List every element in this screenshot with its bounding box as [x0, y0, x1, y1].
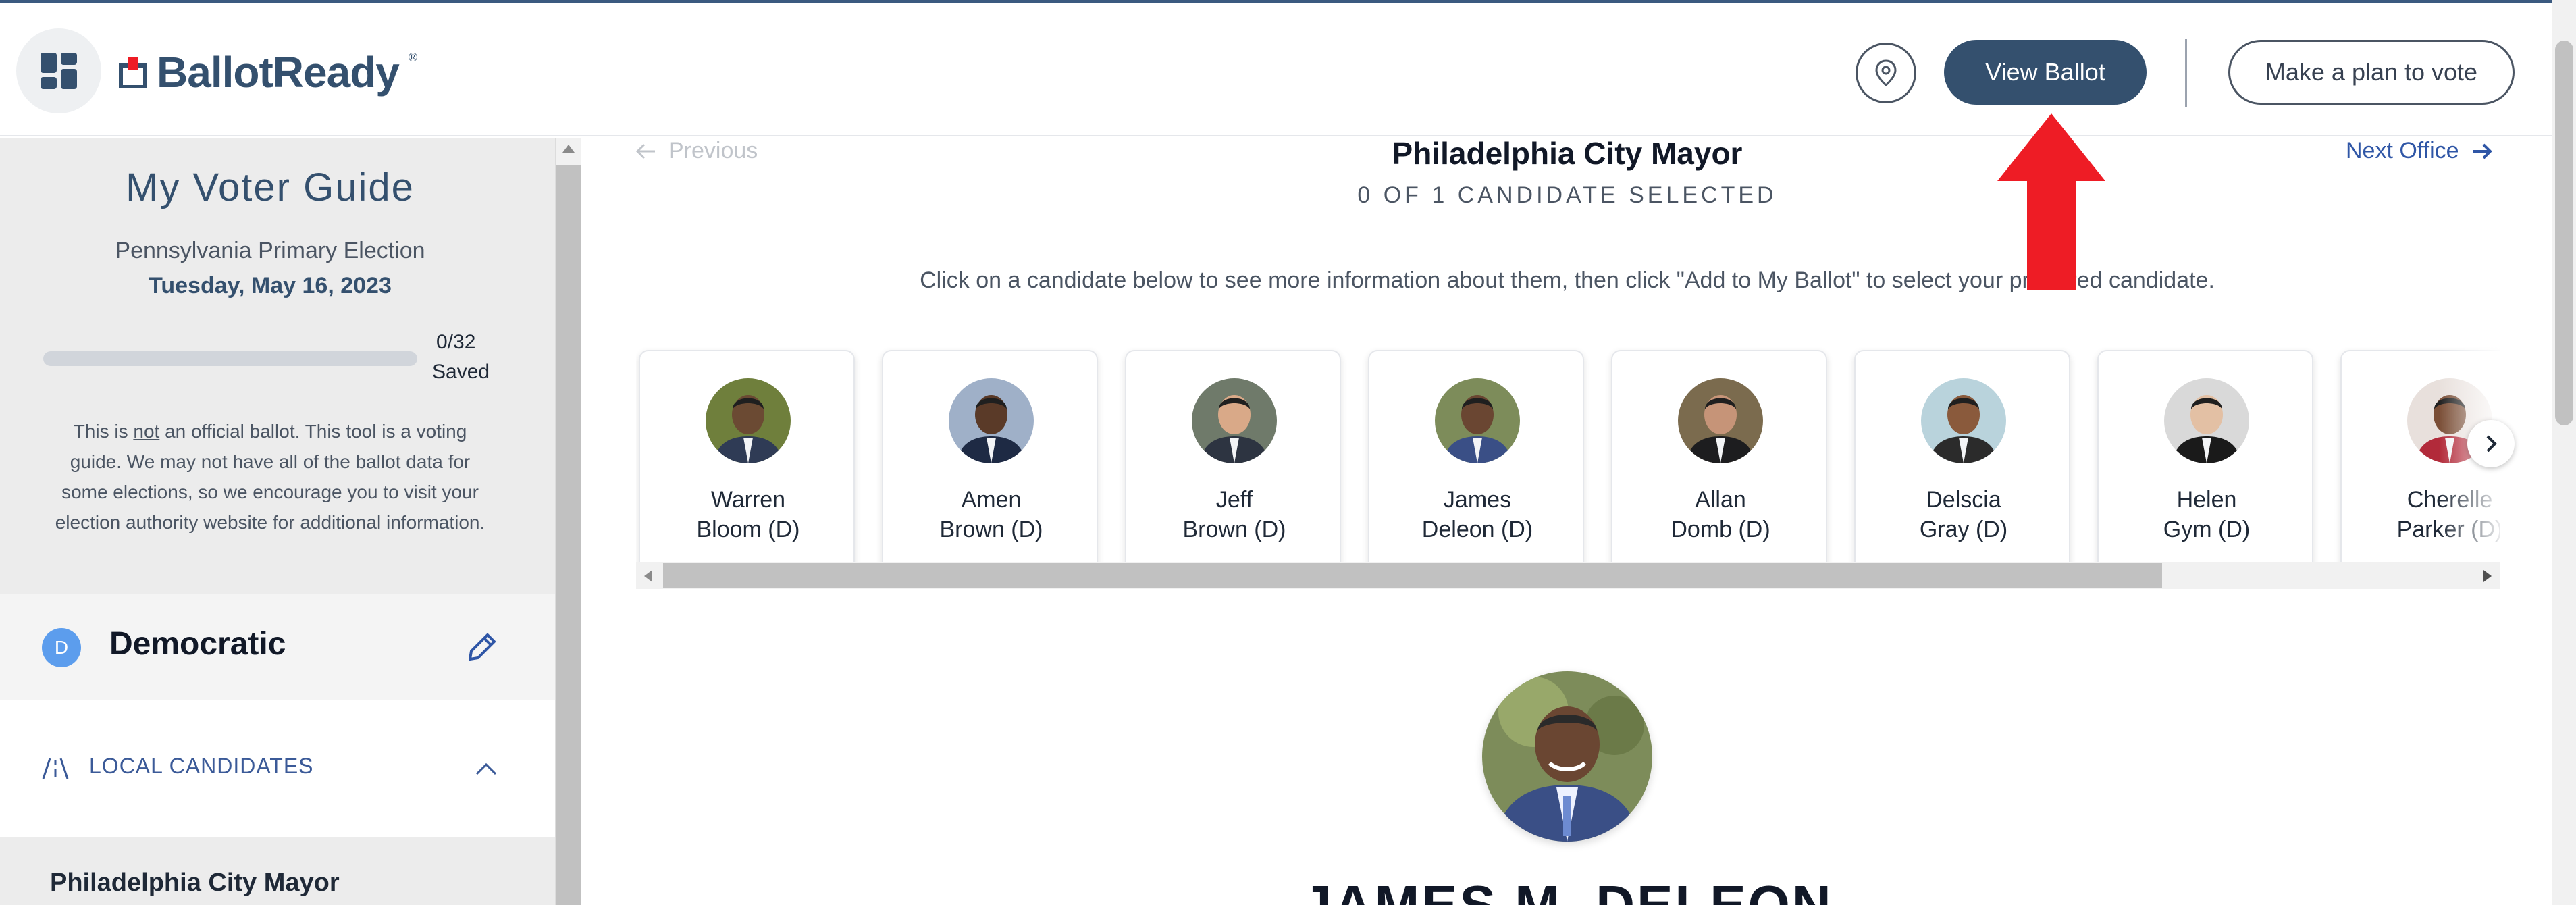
app-header: BallotReady ® View Ballot Make a plan to… [0, 3, 2576, 136]
candidate-photo-image [1192, 378, 1277, 463]
candidate-card[interactable]: Helen Gym (D) [2097, 350, 2313, 565]
candidate-name: Warren Bloom (D) [640, 485, 856, 544]
candidate-card[interactable]: Amen Brown (D) [882, 350, 1098, 565]
candidate-first-name: Delscia [1926, 487, 2001, 513]
sidebar-office-label: Philadelphia City Mayor [50, 869, 340, 897]
candidate-photo-image [1678, 378, 1763, 463]
candidate-card[interactable]: Allan Domb (D) [1611, 350, 1827, 565]
candidate-heading: JAMES M. DELEON [1301, 875, 1833, 905]
candidate-photo-image [1921, 378, 2006, 463]
pencil-icon[interactable] [463, 628, 501, 666]
carousel-scrollbar[interactable] [636, 562, 2500, 589]
selected-count: 0 OF 1 CANDIDATE SELECTED [1357, 182, 1777, 208]
disclaimer-emphasis: not [133, 421, 160, 442]
carousel-scroll-left-arrow[interactable] [644, 570, 652, 582]
chevron-right-icon [2486, 435, 2497, 452]
next-office-link[interactable]: Next Office [2346, 138, 2493, 164]
candidate-name: Helen Gym (D) [2099, 485, 2315, 544]
candidate-first-name: Jeff [1215, 487, 1253, 513]
candidate-avatar [2164, 378, 2249, 463]
header-divider [2185, 39, 2187, 107]
election-date: Tuesday, May 16, 2023 [149, 273, 392, 299]
logo-registered-mark: ® [408, 50, 418, 64]
sidebar-scrollbar[interactable] [555, 138, 581, 905]
candidate-carousel: Warren Bloom (D) Amen Brown (D) Jeff Brown (D… [636, 347, 2500, 565]
sidebar-scroll-up-arrow[interactable] [562, 145, 575, 153]
candidate-last-name: Gray (D) [1919, 517, 2008, 542]
candidate-card[interactable]: Delscia Gray (D) [1854, 350, 2070, 565]
candidate-photo-image [706, 378, 791, 463]
candidate-name: Amen Brown (D) [883, 485, 1099, 544]
candidate-last-name: Domb (D) [1671, 517, 1770, 542]
candidate-first-name: Amen [961, 487, 1022, 513]
candidate-first-name: Allan [1695, 487, 1746, 513]
disclaimer-pre: This is [73, 421, 134, 442]
candidate-name: James Deleon (D) [1369, 485, 1585, 544]
election-name: Pennsylvania Primary Election [115, 238, 425, 263]
location-button[interactable] [1856, 43, 1916, 103]
brand-logo[interactable]: BallotReady ® [119, 47, 417, 97]
party-selector: D Democratic [0, 594, 555, 700]
map-pin-icon [1875, 59, 1897, 86]
local-candidates-section[interactable]: LOCAL CANDIDATES [0, 700, 555, 837]
local-candidates-label: LOCAL CANDIDATES [89, 754, 314, 778]
disclaimer-text: This is not an official ballot. This too… [47, 416, 493, 538]
grid-icon [41, 53, 77, 89]
office-detail-panel: Previous Philadelphia City Mayor Next Of… [582, 138, 2552, 905]
candidate-card[interactable]: Jeff Brown (D) [1125, 350, 1341, 565]
candidate-photo-image [1435, 378, 1520, 463]
candidate-photo-image [949, 378, 1034, 463]
sidebar-title: My Voter Guide [126, 165, 415, 209]
candidate-photo-image [1482, 671, 1652, 842]
candidate-avatar [706, 378, 791, 463]
progress-saved-label: Saved [432, 361, 490, 383]
sidebar-office-item[interactable]: Philadelphia City Mayor [0, 837, 555, 905]
candidate-first-name: Warren [710, 487, 786, 513]
view-ballot-button[interactable]: View Ballot [1944, 40, 2147, 105]
candidate-photo-image [2164, 378, 2249, 463]
candidate-avatar [1921, 378, 2006, 463]
selected-candidate-photo [1482, 671, 1652, 842]
candidate-first-name: Helen [2176, 487, 2237, 513]
carousel-next-button[interactable] [2467, 420, 2515, 467]
instructions-text: Click on a candidate below to see more i… [920, 267, 2215, 293]
candidate-name: Allan Domb (D) [1612, 485, 1829, 544]
app-switcher-button[interactable] [16, 28, 101, 113]
page-scrollbar[interactable] [2552, 0, 2576, 905]
candidate-card[interactable]: Warren Bloom (D) [639, 350, 855, 565]
candidate-card[interactable]: James Deleon (D) [1368, 350, 1584, 565]
candidate-last-name: Brown (D) [1182, 517, 1286, 542]
candidate-last-name: Bloom (D) [696, 517, 800, 542]
progress-count: 0/32 [436, 331, 476, 353]
candidate-avatar [1435, 378, 1520, 463]
page-scroll-thumb[interactable] [2555, 41, 2573, 425]
road-icon [42, 758, 69, 779]
office-title: Philadelphia City Mayor [1392, 138, 1743, 171]
voter-guide-sidebar: My Voter Guide Pennsylvania Primary Elec… [0, 138, 555, 905]
make-plan-button[interactable]: Make a plan to vote [2228, 40, 2515, 105]
party-name: Democratic [109, 626, 286, 662]
candidate-avatar [1678, 378, 1763, 463]
annotation-arrow-up-icon [1997, 113, 2105, 290]
logo-text: BallotReady [157, 48, 400, 97]
carousel-scroll-right-arrow[interactable] [2483, 570, 2492, 582]
party-badge: D [42, 628, 81, 667]
candidate-last-name: Deleon (D) [1421, 517, 1533, 542]
candidate-last-name: Brown (D) [939, 517, 1043, 542]
candidate-name: Jeff Brown (D) [1126, 485, 1342, 544]
ballot-progress-bar [43, 351, 417, 366]
candidate-first-name: James [1443, 487, 1512, 513]
carousel-scroll-thumb[interactable] [663, 563, 2162, 588]
chevron-up-icon[interactable] [473, 758, 500, 778]
arrow-right-icon [2472, 143, 2492, 159]
candidate-name: Delscia Gray (D) [1856, 485, 2072, 544]
ballot-box-logo-icon [119, 57, 147, 88]
sidebar-scroll-thumb[interactable] [556, 165, 581, 905]
candidate-avatar [1192, 378, 1277, 463]
next-label: Next Office [2346, 138, 2459, 163]
candidate-avatar [949, 378, 1034, 463]
candidate-last-name: Gym (D) [2163, 517, 2251, 542]
